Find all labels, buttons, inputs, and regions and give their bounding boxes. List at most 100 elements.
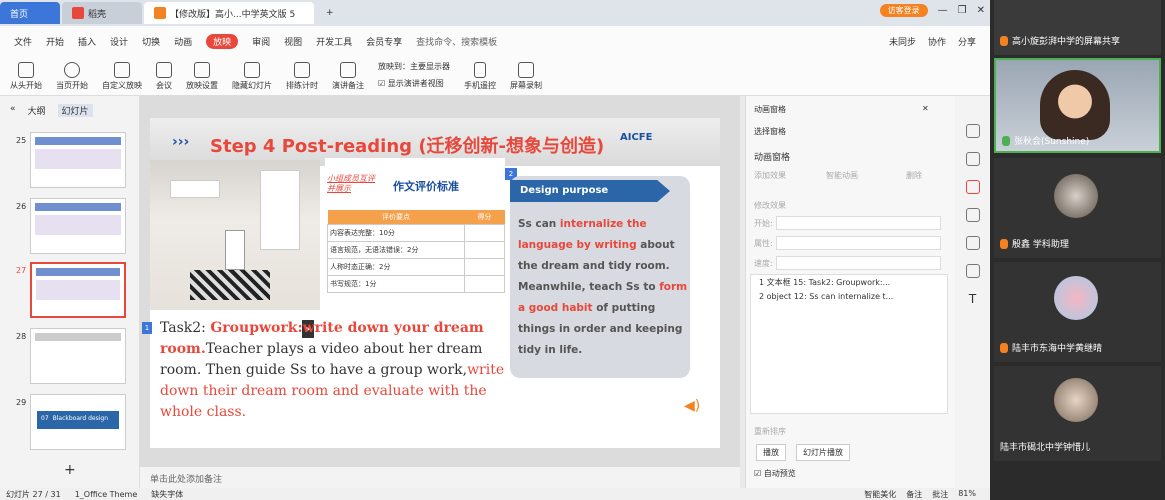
thumb-title: Blackboard design (52, 415, 109, 422)
property-label: 属性: (754, 239, 773, 248)
task-text[interactable]: Task2: Groupwork:write down your dream r… (160, 318, 515, 423)
menu-design[interactable]: 设计 (110, 35, 128, 48)
animation-item[interactable]: 2 object 12: Ss can internalize t... (751, 290, 947, 303)
missing-font[interactable]: 缺失字体 (151, 489, 183, 500)
presenter-checkbox[interactable]: ☑ 显示演讲者视图 (378, 78, 450, 89)
slide-canvas[interactable]: ››› Step 4 Post-reading (迁移创新-想象与创造) AIC… (150, 118, 720, 448)
phone-remote-button[interactable]: 手机遥控 (464, 62, 496, 95)
participant-tile-4[interactable]: 陆丰市碣北中学钟惜儿 (994, 366, 1161, 461)
notes-label: 演讲备注 (332, 81, 364, 90)
share-label: 高小旋彭湃中学的屏幕共享 (1000, 34, 1120, 47)
side-toolbar: T (955, 96, 990, 488)
participant-tile-2[interactable]: 殷鑫 学科助理 (994, 158, 1161, 258)
participant-label: 陆丰市东海中学黄继晴 (1000, 341, 1102, 354)
select-pane-button[interactable]: 选择窗格 (754, 126, 786, 137)
beautify-button[interactable]: 智能美化 (864, 489, 896, 500)
animation-item[interactable]: 1 文本框 15: Task2: Groupwork:... (751, 275, 947, 290)
menu-animation[interactable]: 动画 (174, 35, 192, 48)
property-icon[interactable] (965, 124, 980, 138)
screen-record-button[interactable]: 屏幕录制 (510, 62, 542, 95)
collab-button[interactable]: 协作 (928, 35, 946, 48)
adjust-icon[interactable] (965, 152, 980, 166)
share-tile[interactable]: 高小旋彭湃中学的屏幕共享 (994, 0, 1161, 55)
tab-straw[interactable]: 稻壳 (62, 2, 142, 24)
hide-slide-button[interactable]: 隐藏幻灯片 (232, 62, 272, 95)
play-button[interactable]: 播放 (756, 444, 786, 461)
menu-member[interactable]: 会员专享 (366, 35, 402, 48)
notes-area[interactable]: 单击此处添加备注 (140, 466, 740, 488)
login-button[interactable]: 访客登录 (879, 4, 928, 17)
share-button[interactable]: 分享 (958, 35, 976, 48)
participant-tile-1[interactable]: 张秋会(Sunshine) (994, 58, 1161, 153)
meeting-button[interactable]: 会议 (156, 62, 172, 95)
menu-insert[interactable]: 插入 (78, 35, 96, 48)
setup-button[interactable]: 放映设置 (186, 62, 218, 95)
slide-thumb-25[interactable]: 25 (0, 132, 130, 194)
slide-thumb-28[interactable]: 28 (0, 328, 130, 390)
rehearse-button[interactable]: 排练计时 (286, 62, 318, 95)
speed-label: 速度: (754, 259, 773, 268)
custom-show-button[interactable]: 自定义放映 (102, 62, 142, 95)
animation-star-icon[interactable] (965, 180, 980, 194)
menu-file[interactable]: 文件 (14, 35, 32, 48)
theme-name[interactable]: 1_Office Theme (75, 490, 138, 499)
participant-name: 张秋会(Sunshine) (1014, 137, 1090, 147)
speaker-icon[interactable]: ◀) (684, 398, 700, 414)
from-start-button[interactable]: 从头开始 (10, 62, 42, 95)
slideshow-button[interactable]: 幻灯片播放 (796, 444, 850, 461)
zoom-level[interactable]: 81% (958, 489, 976, 500)
slide-thumb-27[interactable]: 27 (0, 262, 130, 324)
help-icon[interactable] (965, 236, 980, 250)
collapse-icon[interactable]: « (10, 104, 16, 117)
text-icon[interactable]: T (969, 292, 976, 306)
start-select[interactable] (776, 216, 941, 230)
add-effect-button[interactable]: 添加效果 (754, 170, 786, 181)
add-slide-button[interactable]: + (64, 462, 76, 478)
slide-thumb-29[interactable]: 29 07 Blackboard design (0, 394, 130, 456)
menu-start[interactable]: 开始 (46, 35, 64, 48)
speed-select[interactable] (776, 256, 941, 270)
menu-view[interactable]: 视图 (284, 35, 302, 48)
play-to-select[interactable]: 放映到：主要显示器 (378, 61, 450, 72)
tab-document[interactable]: 【修改版】高小...中学英文版 5 (144, 2, 314, 24)
notes-toggle[interactable]: 备注 (906, 489, 922, 500)
thumbnail-image (30, 198, 126, 254)
participant-tile-3[interactable]: 陆丰市东海中学黄继晴 (994, 262, 1161, 362)
notes-button[interactable]: 演讲备注 (332, 62, 364, 95)
close-icon[interactable]: ✕ (977, 5, 985, 16)
slide-title[interactable]: Step 4 Post-reading (迁移创新-想象与创造) (210, 132, 604, 158)
new-tab-button[interactable]: + (316, 2, 344, 24)
delete-button[interactable]: 删除 (906, 170, 922, 181)
menu-transition[interactable]: 切换 (142, 35, 160, 48)
menu-devtools[interactable]: 开发工具 (316, 35, 352, 48)
rubric-row: 内容表达完整：10分 (327, 223, 465, 242)
avatar (1054, 174, 1098, 218)
sync-status[interactable]: 未同步 (889, 35, 916, 48)
search-command[interactable]: 查找命令、搜索模板 (416, 35, 497, 48)
rubric-row: 书写规范：1分 (327, 274, 465, 293)
tab-slides[interactable]: 幻灯片 (57, 104, 93, 117)
rubric-block[interactable]: 小组成员互评并展示 作文评价标准 评价要点 得分 内容表达完整：10分 语言规范，… (325, 158, 505, 308)
anim-pane-header[interactable]: 动画窗格 (754, 104, 786, 115)
from-current-button[interactable]: 当页开始 (56, 62, 88, 95)
rubric-row: 人称时态正确：2分 (327, 257, 465, 276)
from-start-label: 从头开始 (10, 81, 42, 90)
smart-anim-button[interactable]: 智能动画 (826, 170, 858, 181)
menu-review[interactable]: 审阅 (252, 35, 270, 48)
tab-outline[interactable]: 大纲 (28, 104, 46, 117)
auto-preview-checkbox[interactable]: ☑ 自动预览 (754, 468, 796, 479)
share-icon[interactable] (965, 264, 980, 278)
transition-icon[interactable] (965, 208, 980, 222)
property-select[interactable] (776, 236, 941, 250)
tab-home[interactable]: 首页 (0, 2, 60, 24)
slide-thumb-26[interactable]: 26 (0, 198, 130, 260)
room-photo[interactable]: ▶ (150, 160, 320, 338)
menu-slideshow[interactable]: 放映 (206, 33, 239, 49)
close-pane-icon[interactable]: ✕ (922, 104, 929, 113)
status-bar: 幻灯片 27 / 31 1_Office Theme 缺失字体 智能美化 备注 … (0, 488, 990, 500)
slide-number: 29 (16, 398, 27, 407)
hide-slide-label: 隐藏幻灯片 (232, 81, 272, 90)
restore-icon[interactable]: ❐ (958, 5, 967, 16)
comments-toggle[interactable]: 批注 (932, 489, 948, 500)
minimize-icon[interactable]: — (938, 5, 948, 16)
